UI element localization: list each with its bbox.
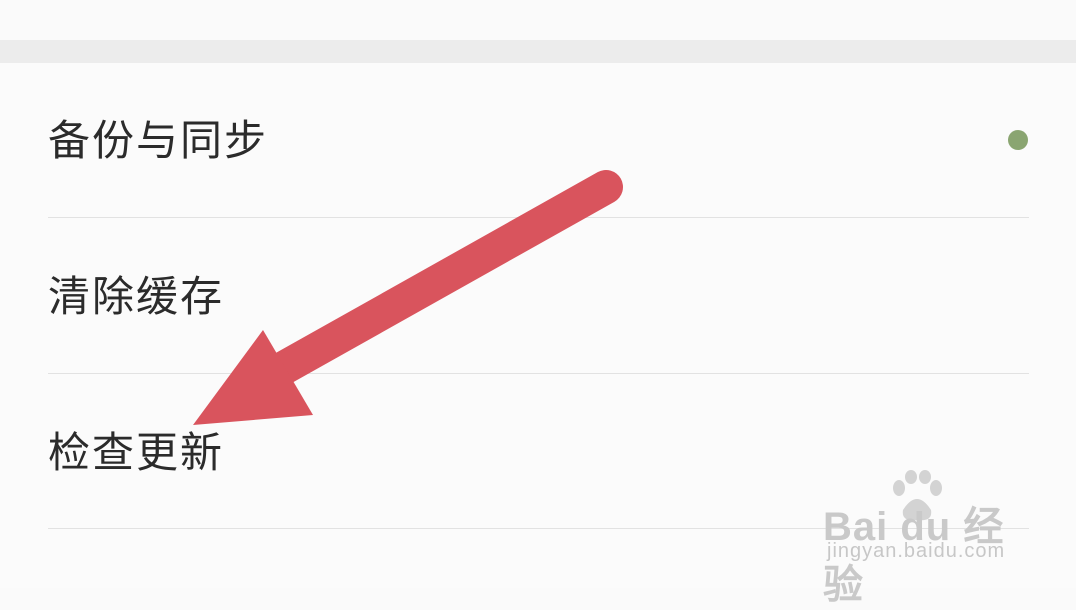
- watermark-url: jingyan.baidu.com: [827, 540, 1006, 562]
- settings-item-label: 清除缓存: [48, 272, 225, 321]
- settings-item-label: 检查更新: [48, 428, 225, 477]
- settings-item-backup-sync[interactable]: 备份与同步: [0, 63, 1076, 218]
- settings-item-clear-cache[interactable]: 清除缓存: [0, 218, 1076, 373]
- status-dot: [1008, 130, 1028, 150]
- settings-item-label: 备份与同步: [48, 116, 269, 165]
- watermark: Bai du 经验 jingyan.baidu.com: [823, 470, 1023, 607]
- section-separator: [0, 40, 1076, 63]
- top-area: [0, 0, 1076, 40]
